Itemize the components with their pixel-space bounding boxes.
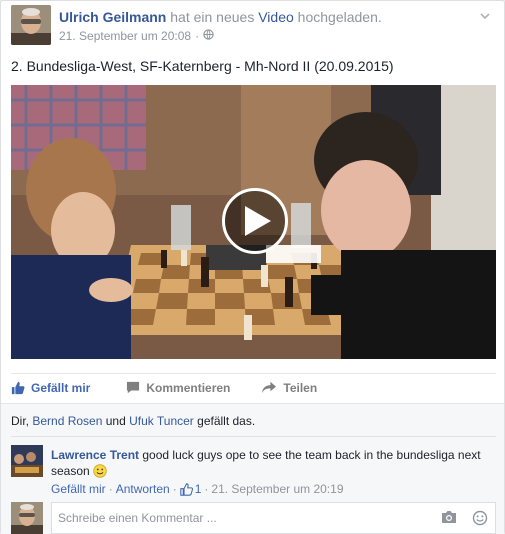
comment-like-link[interactable]: Gefällt mir xyxy=(51,482,106,496)
play-icon xyxy=(245,206,271,236)
actor-avatar[interactable] xyxy=(11,5,51,45)
meta-sep: · xyxy=(172,482,177,496)
comment-label: Kommentieren xyxy=(146,380,231,395)
share-label: Teilen xyxy=(283,380,318,395)
comment-input[interactable] xyxy=(51,502,496,534)
story-actions-bar: Gefällt mir Kommentieren Teilen xyxy=(11,373,496,401)
thumbs-up-icon xyxy=(180,482,193,496)
meta-separator: · xyxy=(195,29,200,43)
meta-sep: · xyxy=(108,482,113,496)
action-text-pre: hat ein neues xyxy=(170,9,255,25)
meta-sep: · xyxy=(204,482,209,496)
actor-name[interactable]: Ulrich Geilmann xyxy=(59,9,166,25)
likes-prefix: Dir, xyxy=(11,414,29,428)
comment-author[interactable]: Lawrence Trent xyxy=(51,448,139,462)
likes-conj: und xyxy=(105,414,126,428)
comment-body: Lawrence Trent good luck guys ope to see… xyxy=(51,447,496,479)
likes-suffix: gefällt das. xyxy=(197,414,256,428)
like-label: Gefällt mir xyxy=(31,380,91,395)
comment-icon xyxy=(127,381,140,394)
feed-story-card: Ulrich Geilmann hat ein neues Video hoch… xyxy=(0,0,505,534)
commenter-avatar[interactable] xyxy=(11,445,43,477)
story-header: Ulrich Geilmann hat ein neues Video hoch… xyxy=(11,5,496,45)
share-button[interactable]: Teilen xyxy=(262,381,317,395)
comment-timestamp[interactable]: 21. September um 20:19 xyxy=(211,482,343,496)
play-button[interactable] xyxy=(222,188,288,254)
story-title: Ulrich Geilmann hat ein neues Video hoch… xyxy=(59,9,382,25)
story-meta: 21. September um 20:08 · xyxy=(59,29,214,43)
comment-composer xyxy=(11,502,496,534)
ufi-section: Dir, Bernd Rosen und Ufuk Tuncer gefällt… xyxy=(1,403,504,534)
comment-button[interactable]: Kommentieren xyxy=(126,381,230,395)
viewer-avatar xyxy=(11,502,43,534)
post-message: 2. Bundesliga-West, SF-Katernberg - Mh-N… xyxy=(11,58,394,74)
chevron-down-icon[interactable] xyxy=(478,9,492,23)
divider xyxy=(11,436,496,437)
comment-reply-link[interactable]: Antworten xyxy=(116,482,170,496)
like-count-value: 1 xyxy=(194,482,202,496)
likes-summary: Dir, Bernd Rosen und Ufuk Tuncer gefällt… xyxy=(11,414,255,428)
comment-meta: Gefällt mir · Antworten · 1 · 21. Septem… xyxy=(51,482,344,496)
video-link[interactable]: Video xyxy=(258,9,294,25)
smile-emoji-icon xyxy=(93,464,107,478)
globe-icon[interactable] xyxy=(203,29,214,43)
post-timestamp[interactable]: 21. September um 20:08 xyxy=(59,29,191,43)
video-player[interactable] xyxy=(11,85,496,359)
liker-link-1[interactable]: Bernd Rosen xyxy=(32,414,102,428)
action-text-post: hochgeladen. xyxy=(297,9,382,25)
camera-icon[interactable] xyxy=(441,510,457,526)
smiley-icon[interactable] xyxy=(472,510,488,526)
like-button[interactable]: Gefällt mir xyxy=(11,381,90,395)
thumbs-up-icon xyxy=(11,381,25,394)
share-icon xyxy=(262,381,277,394)
comment-like-count[interactable]: 1 xyxy=(180,482,202,496)
liker-link-2[interactable]: Ufuk Tuncer xyxy=(129,414,194,428)
